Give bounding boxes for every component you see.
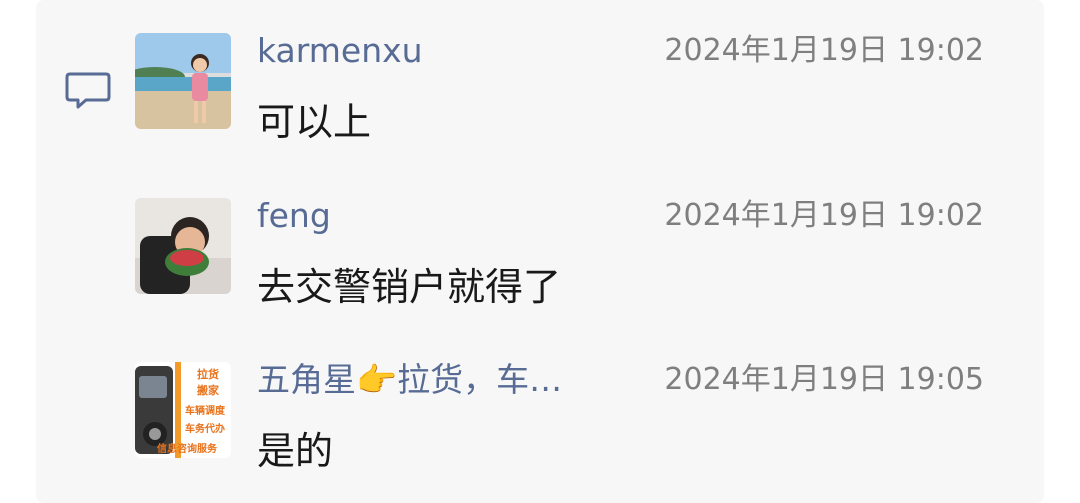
avatar-text: 车辆调度 [185, 404, 226, 417]
avatar-text: 信息咨询服务 [157, 442, 218, 455]
comment-item: 拉货 搬家 车辆调度 车务代办 信息咨询服务 五角星👉拉货，车… 2024年1月… [0, 360, 1080, 492]
avatar[interactable]: 拉货 搬家 车辆调度 车务代办 信息咨询服务 [135, 362, 231, 458]
comment-item: feng 2024年1月19日 19:02 去交警销户就得了 [0, 196, 1080, 328]
avatar-text: 拉货 [197, 367, 219, 381]
avatar[interactable] [135, 33, 231, 129]
avatar-text: 搬家 [197, 383, 220, 397]
comment-timestamp: 2024年1月19日 19:02 [664, 198, 984, 233]
comment-message: 可以上 [257, 100, 372, 144]
comment-item: karmenxu 2024年1月19日 19:02 可以上 [0, 31, 1080, 163]
comment-username[interactable]: feng [257, 196, 331, 236]
comment-message: 是的 [257, 429, 334, 473]
comment-timestamp: 2024年1月19日 19:02 [664, 33, 984, 68]
comment-username[interactable]: 五角星👉拉货，车… [257, 360, 562, 400]
avatar-text: 车务代办 [185, 422, 225, 435]
comment-timestamp: 2024年1月19日 19:05 [664, 362, 984, 397]
comment-username[interactable]: karmenxu [257, 31, 423, 71]
comment-message: 去交警销户就得了 [257, 265, 562, 309]
avatar[interactable] [135, 198, 231, 294]
